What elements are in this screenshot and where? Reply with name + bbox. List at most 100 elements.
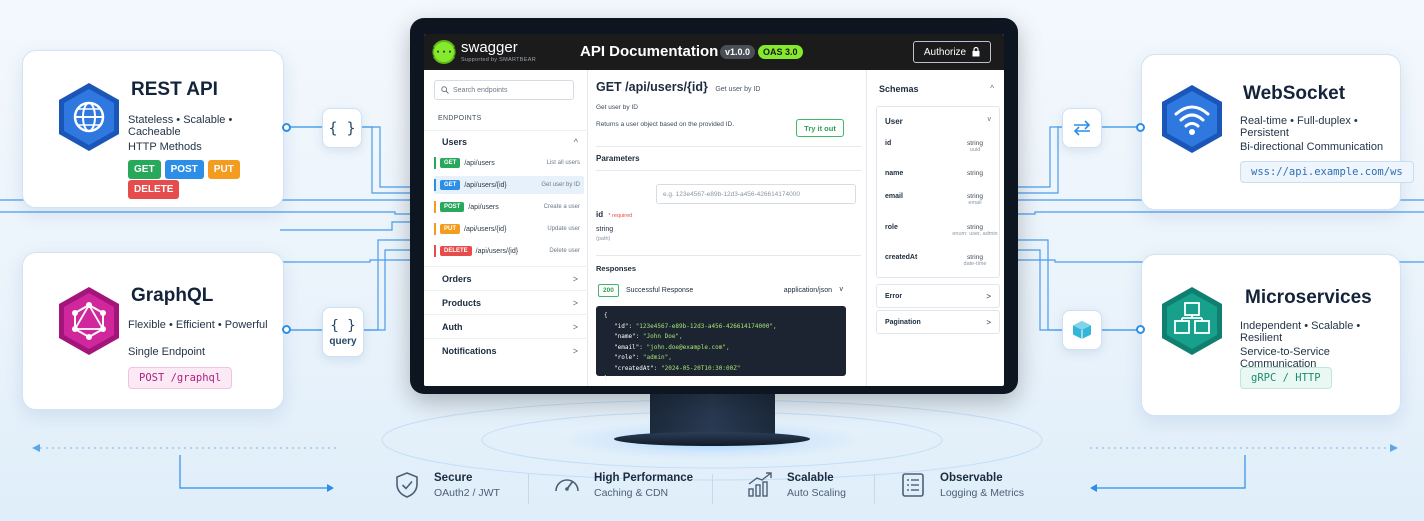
monitor-stand <box>650 393 775 437</box>
curly-braces-icon: { } <box>330 317 356 334</box>
divider <box>874 474 875 504</box>
schema-user-label[interactable]: User <box>885 117 903 126</box>
param-name-text: id <box>596 210 604 219</box>
sidebar-group-products[interactable]: Products > <box>424 290 588 314</box>
status-code-badge: 200 <box>598 284 619 297</box>
http-method-badges: GET POST PUT DELETE <box>128 159 283 199</box>
method-badge: GET <box>440 180 461 190</box>
feature-scalable: Scalable Auto Scaling <box>745 470 846 500</box>
endpoint-path: /api/users/{id} <box>464 225 507 233</box>
param-name: id * required <box>596 210 632 219</box>
endpoints-label: ENDPOINTS <box>438 115 482 122</box>
divider <box>528 474 529 504</box>
cubes-network-icon <box>1162 287 1222 355</box>
chevron-up-icon[interactable]: ^ <box>990 84 994 93</box>
method-badge-put: PUT <box>207 160 240 179</box>
authorize-button[interactable]: Authorize <box>913 41 991 63</box>
sidebar-group-orders[interactable]: Orders > <box>424 266 588 290</box>
websocket-card: WebSocket Real-time • Full-duplex • Pers… <box>1141 54 1414 210</box>
chevron-right-icon: > <box>986 318 991 327</box>
field-name: id <box>885 140 892 147</box>
response-row[interactable]: 200 Successful Response application/json… <box>596 284 846 300</box>
json-brace-open: { <box>604 312 608 319</box>
wifi-signal-icon <box>1162 85 1222 153</box>
chevron-right-icon: > <box>572 321 578 332</box>
method-badge: PUT <box>440 224 460 234</box>
field-type: string <box>967 170 983 177</box>
chevron-right-icon: > <box>572 297 578 308</box>
group-label: Auth <box>442 321 463 332</box>
param-type: string <box>596 226 614 233</box>
connector-dot <box>1136 325 1145 334</box>
method-badge: DELETE <box>440 246 472 256</box>
microservices-protocol-code: gRPC / HTTP <box>1240 367 1332 389</box>
endpoint-row[interactable]: PUT /api/users/{id} Update user <box>434 220 584 238</box>
field-name: createdAt <box>885 254 918 261</box>
schemas-title: Schemas <box>879 84 919 94</box>
websocket-tagline: Real-time • Full-duplex • Persistent <box>1240 115 1358 139</box>
microservices-title: Microservices <box>1245 287 1372 308</box>
bar-chart-growth-icon <box>748 472 772 497</box>
endpoint-path: /api/users/{id} <box>475 247 519 255</box>
endpoint-row[interactable]: POST /api/users Create a user <box>434 198 584 216</box>
schemas-panel: Schemas ^ User v id string uuid name stri… <box>866 70 1004 386</box>
endpoint-path: /api/users/{id} <box>464 181 507 189</box>
endpoint-sidebar: Search endpoints ENDPOINTS Users ^ GET /… <box>424 70 588 386</box>
method-badge-post: POST <box>164 160 204 179</box>
schema-error[interactable]: Error > <box>876 284 1000 308</box>
search-placeholder: Search endpoints <box>453 86 508 94</box>
json-line: "id": "123e4567-e89b-12d3-a456-426614174… <box>614 322 777 330</box>
cube-icon <box>1062 310 1102 350</box>
oas-badge: OAS 3.0 <box>758 45 803 59</box>
sidebar-group-users[interactable]: Users ^ <box>424 130 588 152</box>
page-title: API Documentation <box>580 43 719 60</box>
param-id-input[interactable]: e.g. 123e4567-e89b-12d3-a456-42661417400… <box>656 184 856 204</box>
endpoint-desc: Create a user <box>543 204 580 210</box>
cube-glyph <box>1073 321 1091 339</box>
curly-braces-glyph: { } <box>328 119 356 137</box>
endpoint-row[interactable]: DELETE /api/users/{id} Delete user <box>434 242 584 260</box>
parameters-label: Parameters <box>596 154 640 163</box>
schema-pagination[interactable]: Pagination > <box>876 310 1000 334</box>
method-badge-get: GET <box>128 160 161 179</box>
feature-observable: Observable Logging & Metrics <box>898 470 1024 500</box>
connector-dot <box>1136 123 1145 132</box>
feature-title: Observable <box>940 471 1003 484</box>
rest-api-tagline: Stateless • Scalable • Cacheable <box>128 114 233 138</box>
graphql-endpoint-code: POST /graphql <box>128 367 233 389</box>
chevron-down-icon[interactable]: v <box>988 116 992 123</box>
feature-title: Secure <box>434 471 473 484</box>
websocket-title: WebSocket <box>1243 83 1346 104</box>
arrows-glyph <box>1073 120 1091 136</box>
row-marker <box>434 245 436 257</box>
try-it-out-button[interactable]: Try it out <box>796 119 844 137</box>
swagger-ui-screen: {···} swagger Supported by SMARTBEAR API… <box>424 34 1004 386</box>
rest-api-title: REST API <box>131 79 218 100</box>
schema-error-label: Error <box>885 293 903 300</box>
endpoint-description: Returns a user object based on the provi… <box>596 121 735 128</box>
feature-performance: High Performance Caching & CDN <box>552 470 693 500</box>
field-type: string enum: user, admin <box>952 224 998 237</box>
authorize-label: Authorize <box>923 46 967 58</box>
monitor: {···} swagger Supported by SMARTBEAR API… <box>410 18 1018 394</box>
chevron-right-icon: > <box>986 292 991 301</box>
endpoint-row[interactable]: GET /api/users List all users <box>434 154 584 172</box>
shield-check-icon <box>396 472 418 498</box>
graphql-card: GraphQL Flexible • Efficient • Powerful … <box>22 252 284 410</box>
chevron-up-icon: ^ <box>573 136 578 147</box>
group-label: Users <box>442 136 468 147</box>
sidebar-group-auth[interactable]: Auth > <box>424 314 588 338</box>
rest-api-card: REST API Stateless • Scalable • Cacheabl… <box>22 50 284 208</box>
schema-user: User v id string uuid name string email s… <box>876 106 1000 278</box>
search-input[interactable]: Search endpoints <box>434 80 574 100</box>
endpoint-row-selected[interactable]: GET /api/users/{id} Get user by ID <box>434 176 584 194</box>
graphql-tagline: Flexible • Efficient • Powerful <box>128 319 268 331</box>
curly-braces-icon: { } <box>322 108 362 148</box>
response-json-block: { "id": "123e4567-e89b-12d3-a456-4266141… <box>596 306 846 382</box>
sidebar-group-notifications[interactable]: Notifications > <box>424 338 588 362</box>
bidirectional-arrows-icon <box>1062 108 1102 148</box>
query-label: query <box>329 335 357 347</box>
endpoint-desc: Delete user <box>549 248 580 254</box>
microservices-tagline: Independent • Scalable • Resilient <box>1240 320 1361 344</box>
feature-sub: Auto Scaling <box>787 486 846 499</box>
